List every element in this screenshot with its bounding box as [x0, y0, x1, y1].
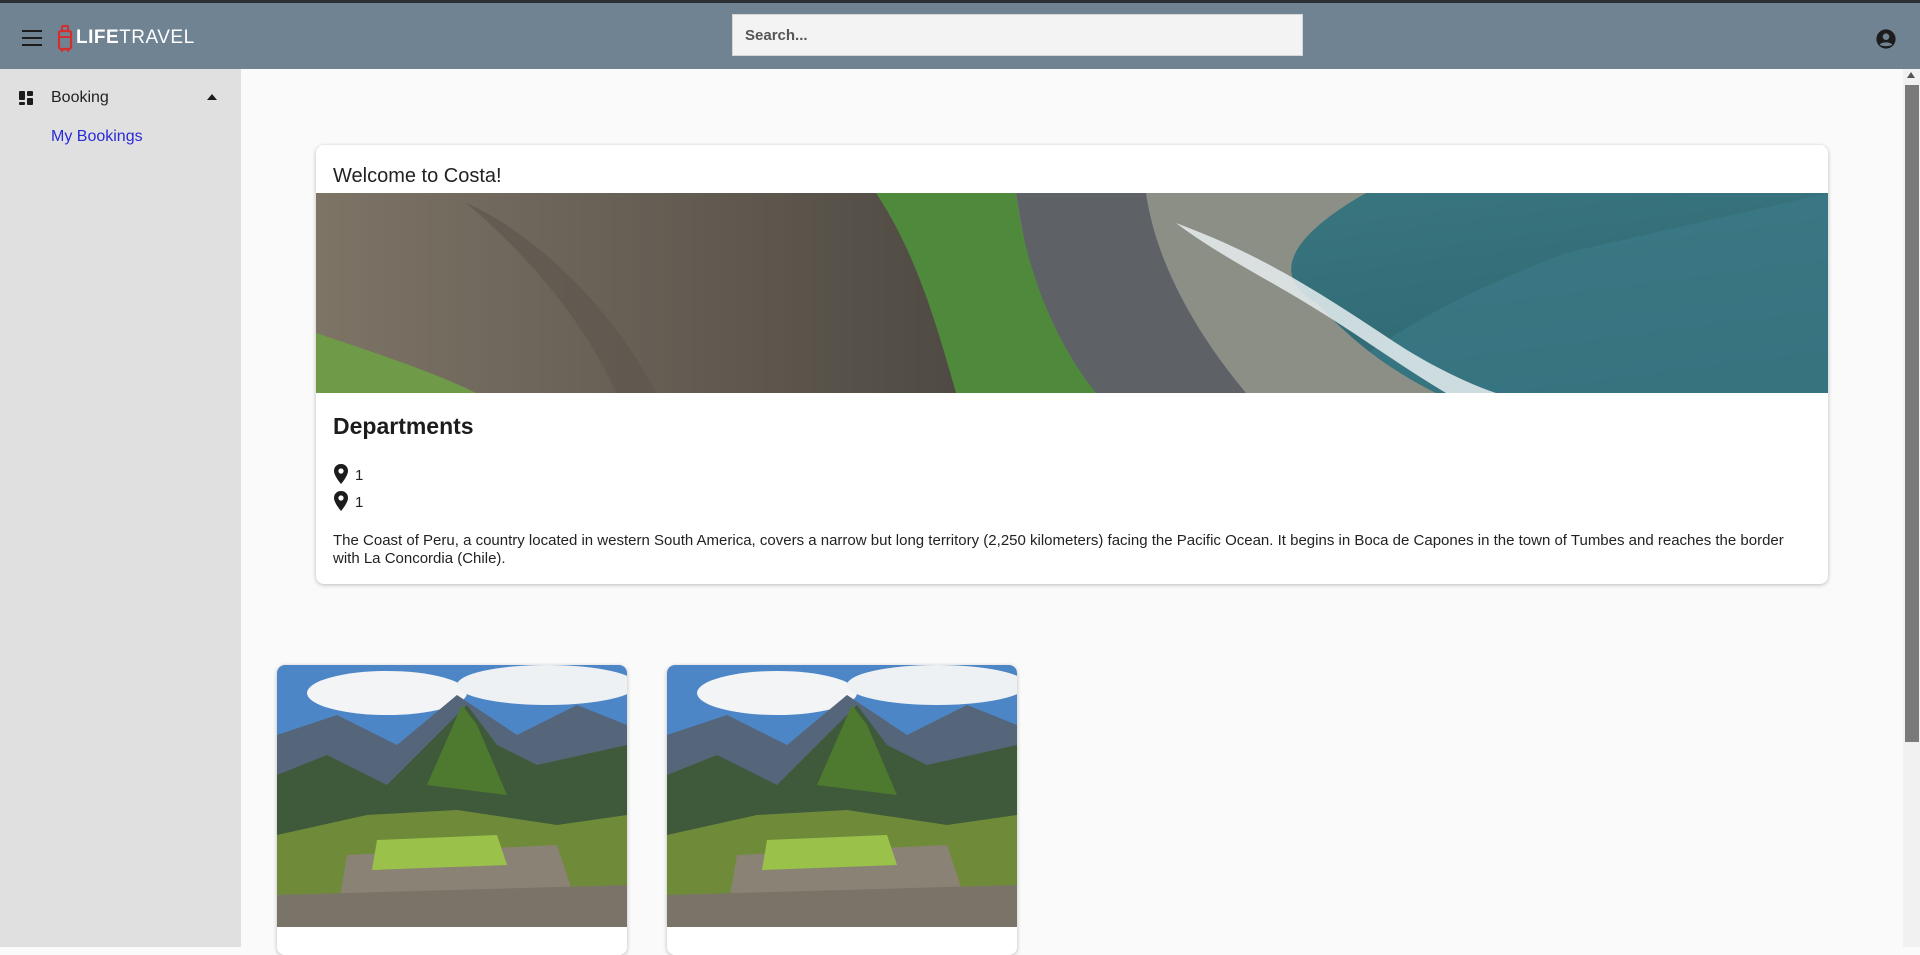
card-title: Welcome to Costa!	[333, 165, 502, 187]
caret-up-icon[interactable]	[207, 94, 217, 100]
location-pin-icon	[334, 464, 348, 484]
destination-card[interactable]	[667, 665, 1017, 955]
top-app-bar: LIFETRAVEL	[0, 0, 1920, 69]
location-row: 1	[333, 462, 363, 484]
booking-icon	[19, 91, 33, 105]
sidebar-item-label: Booking	[51, 89, 109, 106]
destination-card[interactable]	[277, 665, 627, 955]
location-value: 1	[355, 467, 364, 484]
welcome-card: Welcome to Costa! Departments 1 1 The Co…	[316, 145, 1828, 584]
location-pin-icon	[334, 491, 348, 511]
sidebar: Booking My Bookings	[0, 69, 241, 947]
coast-hero-image	[316, 193, 1828, 393]
location-value: 1	[355, 494, 364, 511]
machu-picchu-image	[667, 665, 1017, 927]
machu-picchu-image	[277, 665, 627, 927]
scroll-up-arrow-icon[interactable]	[1907, 72, 1915, 78]
scrollbar-thumb[interactable]	[1905, 85, 1919, 742]
menu-icon[interactable]	[22, 30, 42, 46]
card-description: The Coast of Peru, a country located in …	[333, 532, 1784, 567]
suitcase-icon	[57, 25, 73, 52]
account-circle-icon[interactable]	[1875, 28, 1897, 50]
departments-heading: Departments	[333, 413, 474, 439]
logo-text: LIFETRAVEL	[76, 27, 195, 48]
location-row: 1	[333, 489, 363, 511]
search-input[interactable]	[732, 14, 1303, 56]
sidebar-item-booking[interactable]: Booking	[0, 82, 241, 114]
sidebar-item-my-bookings[interactable]: My Bookings	[51, 128, 143, 146]
app-logo[interactable]: LIFETRAVEL	[56, 23, 195, 53]
